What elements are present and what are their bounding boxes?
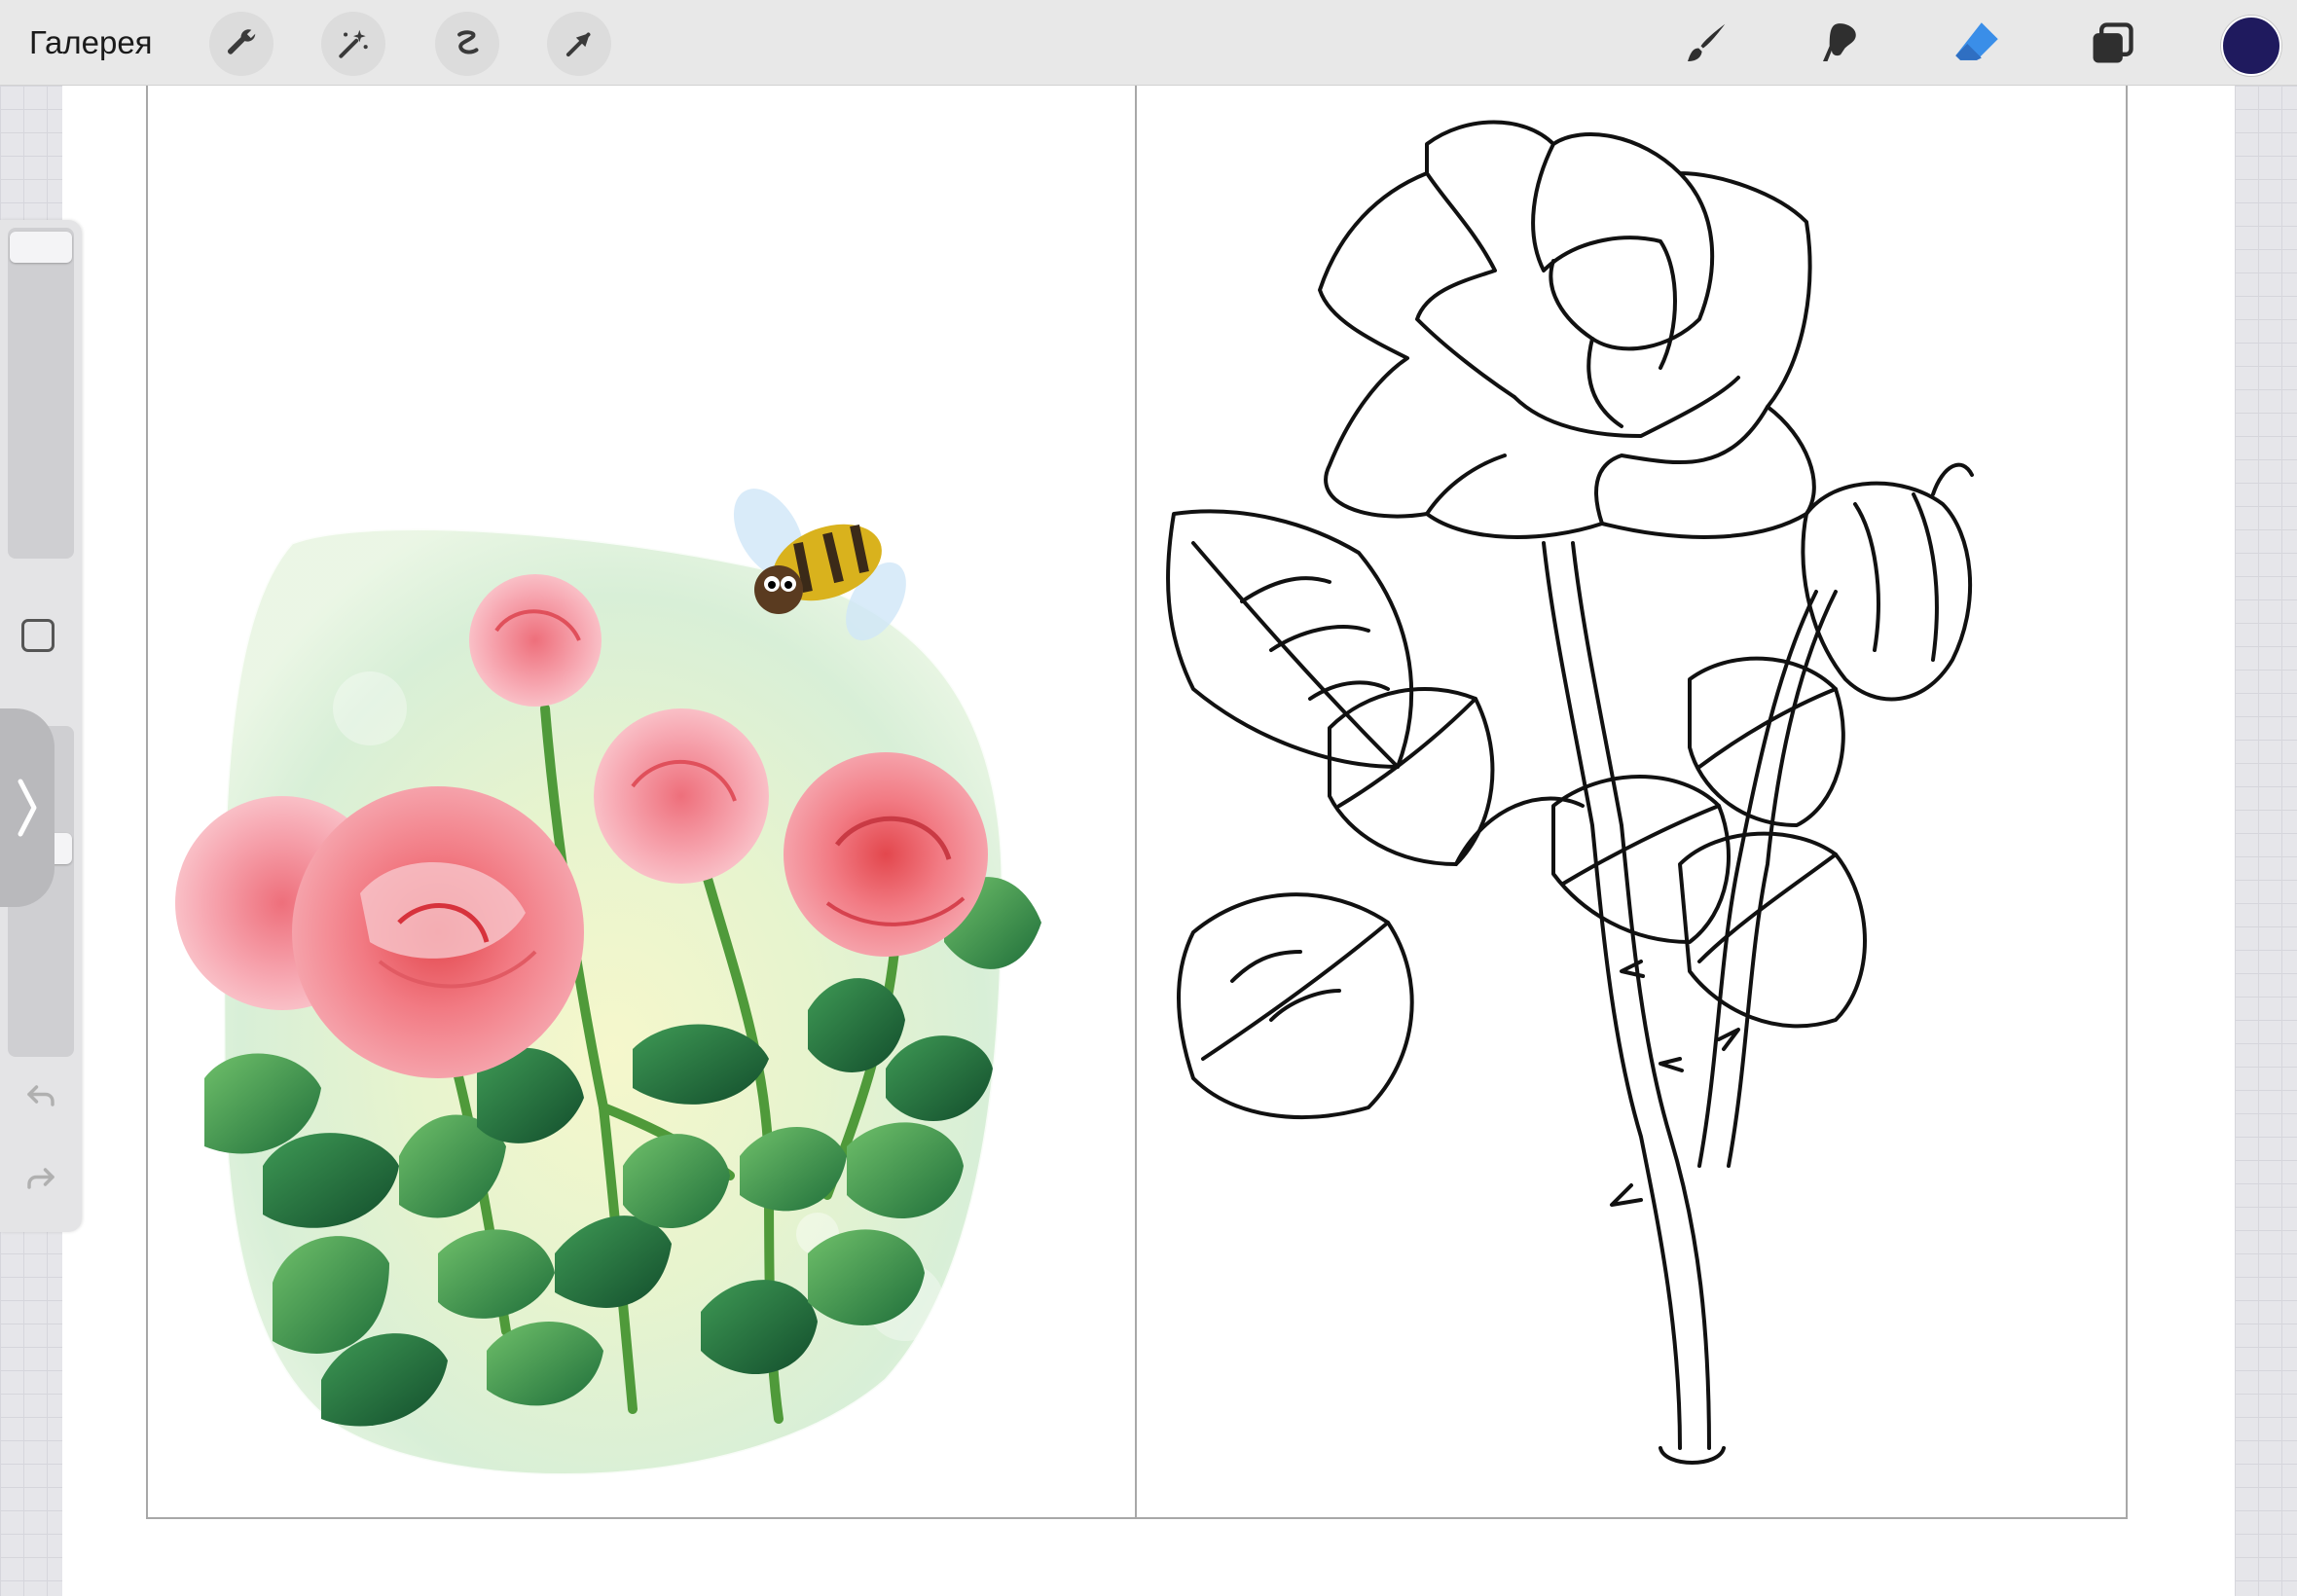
redo-button[interactable]	[21, 1159, 60, 1198]
gallery-button[interactable]: Галерея	[29, 19, 153, 66]
adjustments-button[interactable]	[321, 12, 385, 76]
brush-button[interactable]	[1671, 10, 1739, 78]
modify-button[interactable]	[21, 619, 55, 652]
redo-icon	[27, 1168, 55, 1189]
selection-button[interactable]	[435, 12, 499, 76]
smudge-icon	[1823, 23, 1856, 61]
brush-size-slider-knob[interactable]	[10, 232, 72, 263]
undo-icon	[27, 1085, 55, 1106]
wrench-icon	[228, 29, 256, 54]
rose-bush-illustration	[175, 489, 1041, 1476]
transform-button[interactable]	[547, 12, 611, 76]
arrow-icon	[565, 32, 591, 57]
actions-button[interactable]	[209, 12, 273, 76]
layers-button[interactable]	[2078, 10, 2146, 78]
brush-icon	[1688, 23, 1726, 61]
sidebar-toggle-tab[interactable]	[0, 708, 55, 907]
smudge-button[interactable]	[1806, 10, 1875, 78]
undo-button[interactable]	[21, 1076, 60, 1115]
workspace-right-strip	[2235, 86, 2297, 1596]
brush-size-slider[interactable]	[8, 228, 74, 559]
eraser-button[interactable]	[1943, 10, 2011, 78]
eraser-icon	[1955, 22, 1998, 60]
layers-icon	[2093, 22, 2133, 63]
rose-line-drawing	[1166, 120, 1974, 1465]
selection-s-icon	[457, 30, 479, 54]
magic-wand-icon	[339, 29, 368, 58]
top-toolbar: Галерея	[0, 0, 2297, 86]
color-picker-button[interactable]	[2221, 16, 2281, 76]
chevron-right-icon	[18, 779, 37, 837]
